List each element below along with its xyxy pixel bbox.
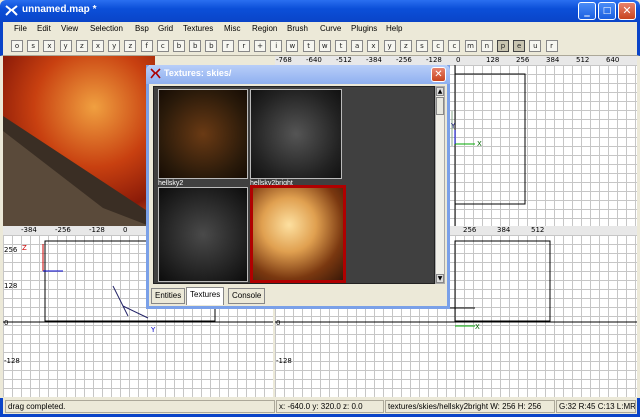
menu-textures[interactable]: Textures [183, 24, 213, 33]
toolbar-button-23[interactable]: y [383, 40, 396, 52]
toolbar-button-7[interactable]: z [124, 40, 137, 52]
menu-plugins[interactable]: Plugins [351, 24, 377, 33]
texture-window-icon [150, 68, 161, 79]
scroll-down-icon[interactable]: ▼ [436, 274, 444, 283]
zy-axis-z-label: Z [22, 244, 27, 252]
toolbar-button-24[interactable]: z [399, 40, 412, 52]
zy-axis-y-label: Y [151, 326, 156, 334]
texture-thumb-hellsky2bright-selected[interactable] [250, 185, 346, 283]
toolbar-button-18[interactable]: t [302, 40, 315, 52]
toolbar-button-20[interactable]: t [335, 40, 347, 52]
toolbar-button-32[interactable]: u [529, 40, 542, 52]
toolbar-button-31[interactable]: e [513, 40, 526, 52]
toolbar-button-25[interactable]: s [416, 40, 428, 52]
toolbar-button-5[interactable]: x [92, 40, 104, 52]
texture-name-hellsky2: hellsky2 [158, 180, 184, 187]
xy-axis-x-label: X [477, 140, 482, 148]
toolbar-button-12[interactable]: b [205, 40, 218, 52]
zy-side-neg128: -128 [4, 357, 20, 365]
menu-region[interactable]: Region [252, 24, 277, 33]
toolbar-button-8[interactable]: f [140, 40, 153, 52]
toolbar-button-1[interactable]: s [27, 40, 40, 52]
texture-thumb-hellsky2bright-top[interactable] [250, 89, 342, 179]
status-texture: textures/skies/hellsky2bright W: 256 H: … [385, 400, 555, 413]
xz-axis-x-label: X [475, 323, 480, 331]
texture-thumb-hellsky2[interactable] [158, 89, 248, 179]
xy-axis-y-label: Y [451, 122, 456, 130]
toolbar-button-14[interactable]: r [237, 40, 250, 52]
toolbar: o s x y z x y z f c b b b r r + i w t w t a x y z s c c m n p e u r [0, 38, 640, 56]
status-grid: G:32 R:45 C:13 L:MR [556, 400, 636, 413]
menu-grid[interactable]: Grid [158, 24, 173, 33]
toolbar-button-17[interactable]: w [286, 40, 299, 52]
maximize-button[interactable]: □ [598, 2, 616, 20]
texture-window-close-button[interactable]: ✕ [431, 67, 446, 82]
texture-window-title: Textures: skies/ [164, 68, 232, 78]
toolbar-button-6[interactable]: y [108, 40, 121, 52]
toolbar-button-3[interactable]: y [59, 40, 72, 52]
menu-bsp[interactable]: Bsp [135, 24, 149, 33]
toolbar-button-13[interactable]: r [221, 40, 234, 52]
scroll-thumb[interactable] [436, 97, 444, 115]
menu-view[interactable]: View [61, 24, 78, 33]
toolbar-button-28[interactable]: m [464, 40, 477, 52]
toolbar-button-19[interactable]: w [318, 40, 331, 52]
toolbar-button-21[interactable]: a [351, 40, 364, 52]
camera-geometry [3, 116, 155, 226]
toolbar-button-27[interactable]: c [448, 40, 461, 52]
texture-scrollbar[interactable]: ▲ ▼ [435, 86, 445, 284]
toolbar-button-11[interactable]: b [189, 40, 202, 52]
close-button[interactable]: ✕ [618, 2, 636, 20]
status-message: drag completed. [5, 400, 275, 413]
toolbar-button-10[interactable]: b [173, 40, 185, 52]
toolbar-button-30[interactable]: p [497, 40, 509, 52]
texture-thumb-skies-3[interactable] [158, 187, 248, 282]
toolbar-button-16[interactable]: i [270, 40, 283, 52]
toolbar-button-26[interactable]: c [432, 40, 445, 52]
toolbar-button-29[interactable]: n [480, 40, 493, 52]
toolbar-button-4[interactable]: z [75, 40, 88, 52]
toolbar-button-22[interactable]: x [367, 40, 380, 52]
toolbar-button-2[interactable]: x [43, 40, 56, 52]
toolbar-button-33[interactable]: r [545, 40, 558, 52]
menu-help[interactable]: Help [386, 24, 402, 33]
texture-grid[interactable]: hellsky2 hellsky2bright [153, 86, 435, 284]
tab-textures[interactable]: Textures [186, 287, 225, 305]
app-icon [5, 5, 18, 16]
toolbar-button-0[interactable]: o [11, 40, 23, 52]
status-bar: drag completed. x: -640.0 y: 320.0 z: 0.… [0, 398, 640, 417]
texture-window-titlebar[interactable]: Textures: skies/ ✕ [146, 65, 450, 84]
scroll-up-icon[interactable]: ▲ [436, 87, 444, 96]
zy-side-128: 128 [4, 282, 18, 290]
xz-side-0: 0 [276, 319, 281, 327]
xz-side-neg128: -128 [276, 357, 292, 365]
menu-misc[interactable]: Misc [224, 24, 240, 33]
menu-selection[interactable]: Selection [90, 24, 123, 33]
camera-view[interactable] [3, 56, 155, 226]
tab-console[interactable]: Console [228, 288, 266, 304]
window-title: unnamed.map * [22, 4, 97, 15]
menu-bar: File Edit View Selection Bsp Grid Textur… [0, 22, 640, 38]
zy-side-0: 0 [4, 319, 9, 327]
toolbar-button-9[interactable]: c [156, 40, 169, 52]
menu-brush[interactable]: Brush [287, 24, 308, 33]
menu-curve[interactable]: Curve [320, 24, 341, 33]
texture-browser-window[interactable]: Textures: skies/ ✕ hellsky2 hellsky2brig… [146, 65, 450, 309]
tab-entities[interactable]: Entities [151, 288, 186, 304]
menu-file[interactable]: File [14, 24, 27, 33]
status-coords: x: -640.0 y: 320.0 z: 0.0 [276, 400, 384, 413]
toolbar-button-15[interactable]: + [254, 40, 266, 52]
menu-edit[interactable]: Edit [37, 24, 51, 33]
minimize-button[interactable]: _ [578, 2, 596, 20]
zy-side-256: 256 [4, 246, 18, 254]
window-titlebar[interactable]: unnamed.map * _ □ ✕ [0, 0, 640, 22]
